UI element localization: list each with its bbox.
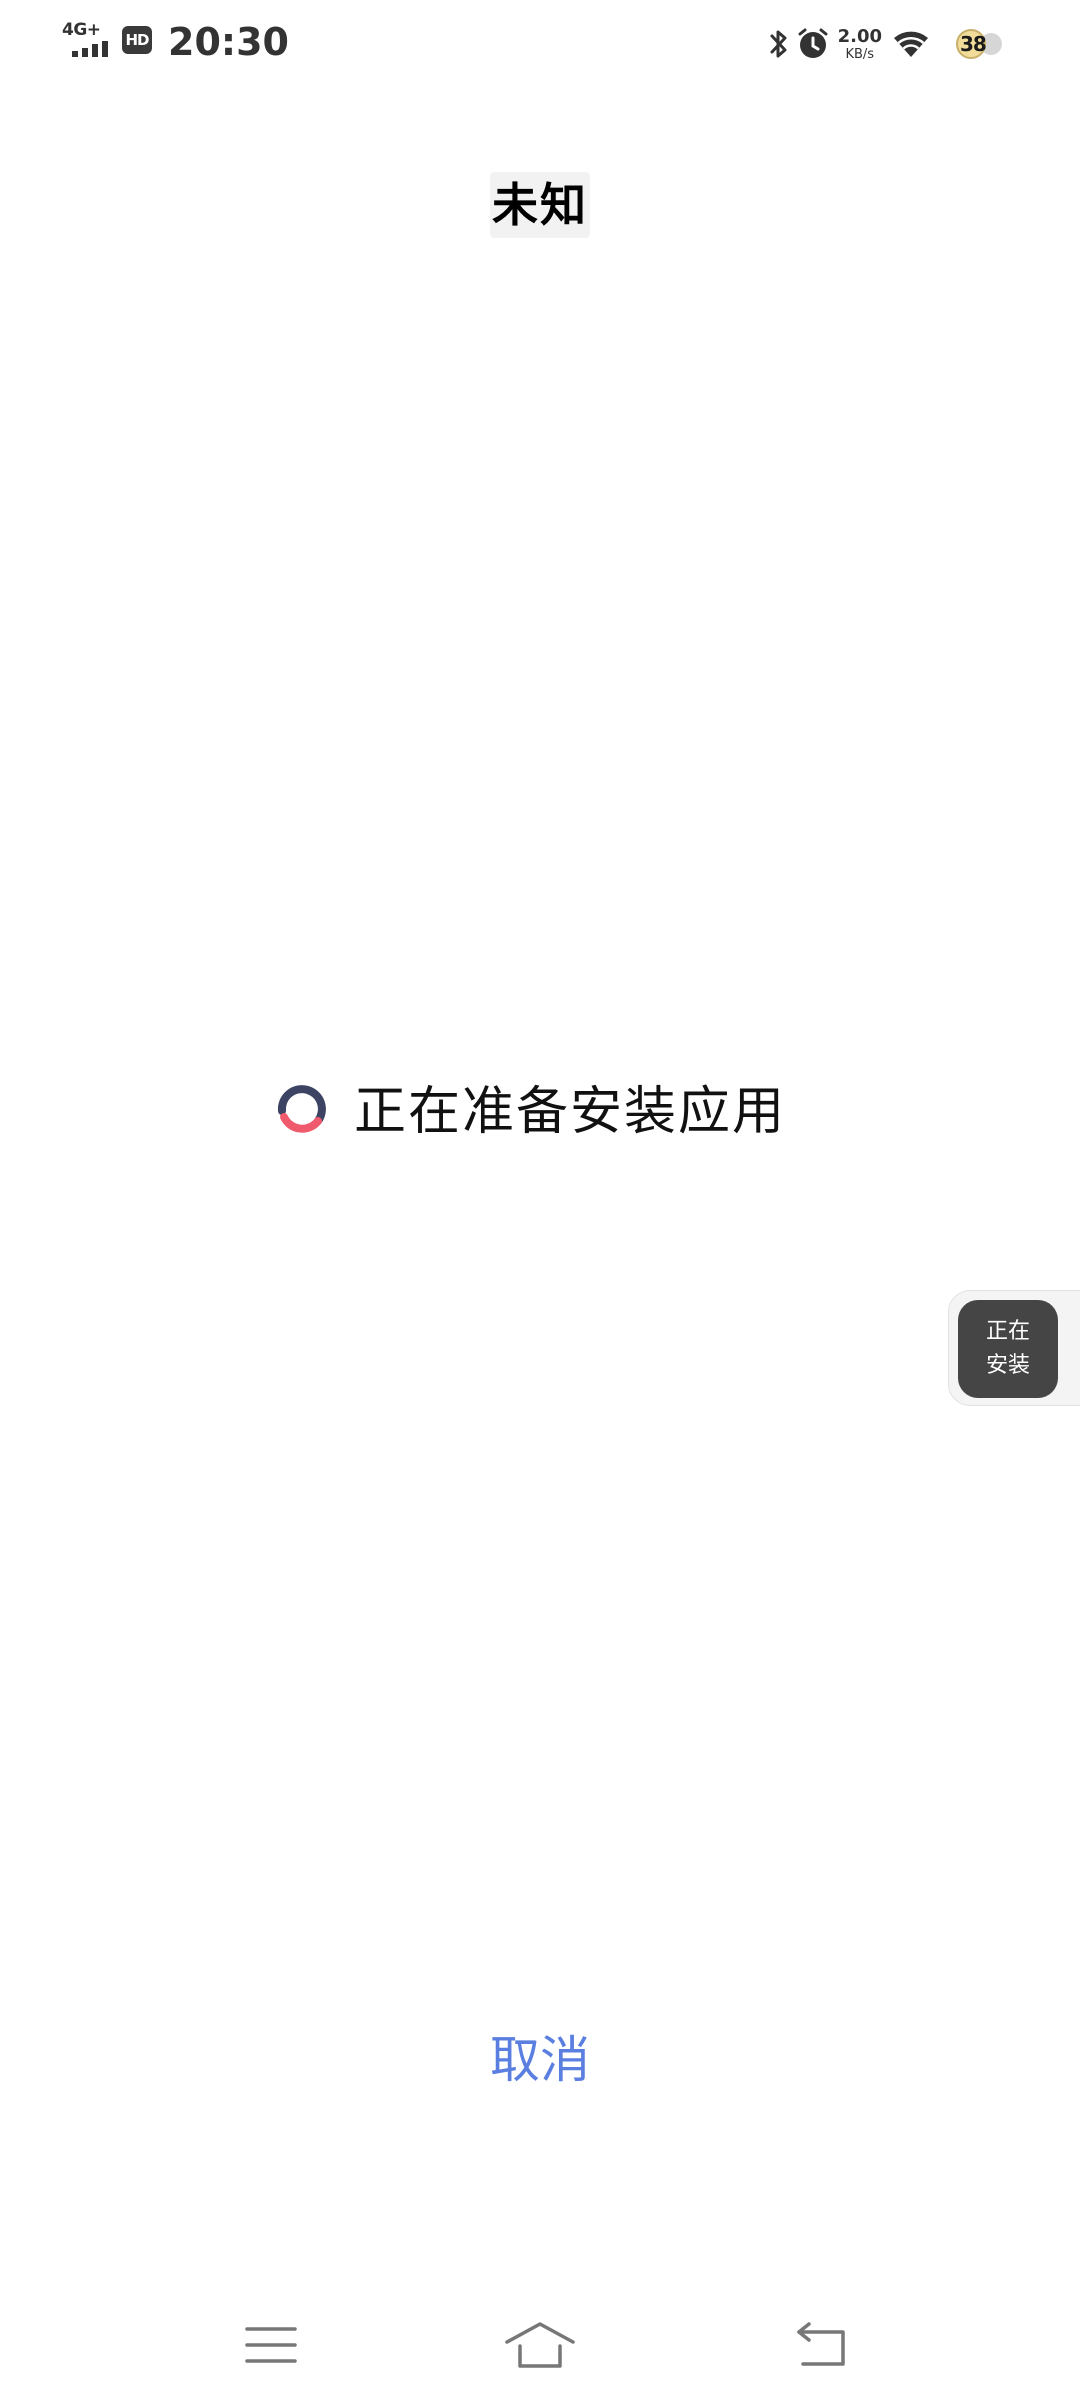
status-bar: 4G+ HD 20:30 2.00 KB/s 38 bbox=[0, 0, 1080, 90]
signal-bars-icon bbox=[72, 41, 108, 57]
installing-bubble-line1: 正在 bbox=[985, 1319, 1030, 1344]
nav-home-button[interactable] bbox=[500, 2310, 580, 2380]
cancel-button[interactable]: 取消 bbox=[440, 2020, 640, 2100]
battery-icon: 38 bbox=[956, 27, 1008, 61]
nav-back-button[interactable] bbox=[783, 2310, 863, 2380]
installing-bubble-line2: 安装 bbox=[985, 1353, 1030, 1378]
status-icons: 2.00 KB/s 38 bbox=[768, 20, 1008, 68]
net-speed-unit: KB/s bbox=[845, 46, 875, 62]
network-type-label: 4G+ bbox=[62, 20, 101, 40]
net-speed: 2.00 KB/s bbox=[837, 25, 882, 62]
net-speed-value: 2.00 bbox=[837, 25, 882, 47]
floating-install-indicator[interactable]: 正在 安装 bbox=[948, 1290, 1080, 1406]
app-name-title: 未知 bbox=[490, 172, 590, 238]
battery-level: 38 bbox=[960, 32, 987, 56]
hd-badge: HD bbox=[122, 26, 152, 54]
status-time: 20:30 bbox=[168, 20, 289, 64]
progress-message: 正在准备安装应用 bbox=[354, 1081, 787, 1142]
signal-icon: 4G+ bbox=[62, 20, 112, 60]
install-progress: 正在准备安装应用 bbox=[270, 1070, 786, 1142]
navigation-bar bbox=[0, 2290, 1080, 2400]
alarm-icon bbox=[798, 28, 828, 58]
installing-bubble[interactable]: 正在 安装 bbox=[958, 1300, 1058, 1398]
menu-icon bbox=[245, 2327, 297, 2363]
back-icon bbox=[797, 2322, 845, 2366]
wifi-icon bbox=[894, 31, 928, 57]
home-icon bbox=[505, 2322, 575, 2368]
bluetooth-icon bbox=[770, 30, 787, 58]
nav-menu-button[interactable] bbox=[231, 2310, 311, 2380]
loading-spinner-icon bbox=[277, 1085, 326, 1133]
